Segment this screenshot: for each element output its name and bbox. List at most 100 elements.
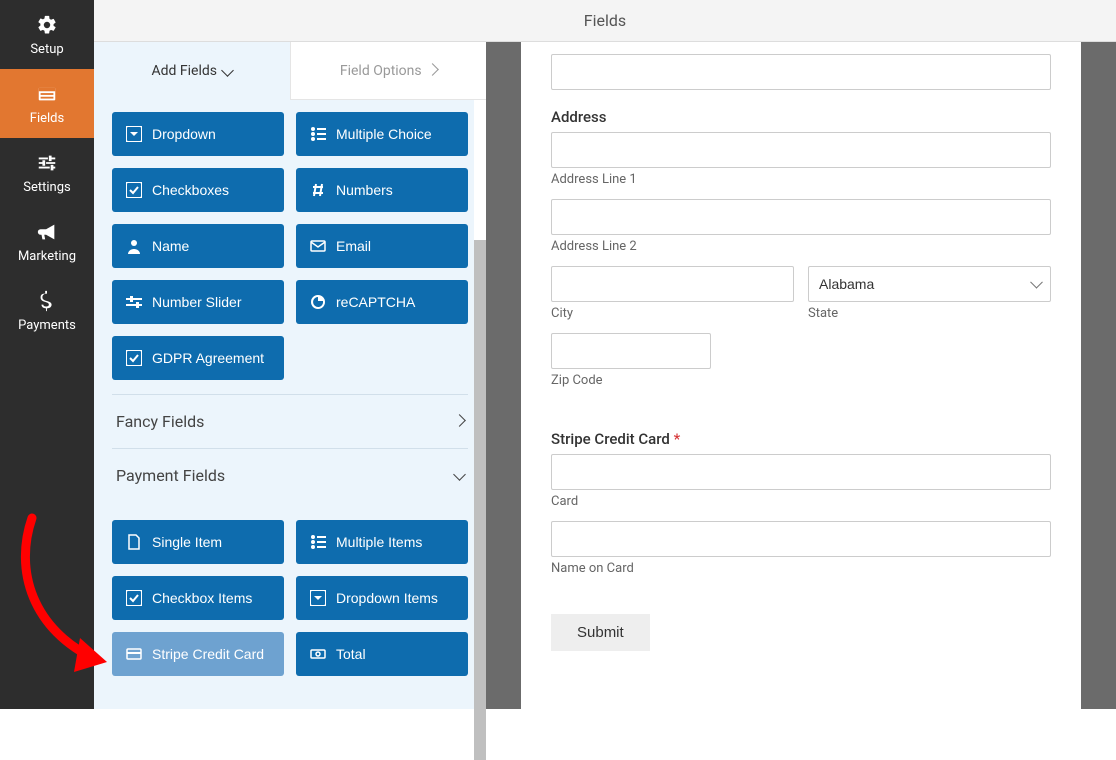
state-sublabel: State xyxy=(808,306,1051,321)
page-title: Fields xyxy=(584,11,626,30)
stripe-field: Stripe Credit Card * Card Name on Card xyxy=(551,430,1051,576)
sidebar-item-fields[interactable]: Fields xyxy=(0,69,94,138)
stripe-label: Stripe Credit Card * xyxy=(551,430,1051,448)
field-single-item[interactable]: Single Item xyxy=(112,520,284,564)
field-label: Stripe Credit Card xyxy=(152,646,264,662)
chevron-down-icon xyxy=(453,468,466,481)
list-ul-icon xyxy=(310,126,326,142)
field-multiple-items[interactable]: Multiple Items xyxy=(296,520,468,564)
file-icon xyxy=(126,534,142,550)
sliders-icon xyxy=(36,152,58,174)
field-label: GDPR Agreement xyxy=(152,350,264,366)
field-name[interactable]: Name xyxy=(112,224,284,268)
sidebar-label: Setup xyxy=(30,42,63,57)
check-square-icon xyxy=(126,350,142,366)
check-square-icon xyxy=(126,182,142,198)
field-recaptcha[interactable]: reCAPTCHA xyxy=(296,280,468,324)
gear-icon xyxy=(36,14,58,36)
tab-label: Field Options xyxy=(340,63,422,79)
card-input[interactable] xyxy=(551,454,1051,490)
sidebar: Setup Fields Settings Marketing Payments xyxy=(0,0,94,709)
field-label: Checkboxes xyxy=(152,182,229,198)
field-label: Multiple Choice xyxy=(336,126,432,142)
envelope-icon xyxy=(310,238,326,254)
field-label: Total xyxy=(336,646,366,662)
caret-square-icon xyxy=(126,126,142,142)
sidebar-label: Settings xyxy=(23,180,70,195)
fields-panel: Add Fields Field Options Dropdown Multip… xyxy=(94,42,486,709)
section-fancy-fields[interactable]: Fancy Fields xyxy=(112,394,468,448)
field-label: Dropdown xyxy=(152,126,216,142)
field-label: Multiple Items xyxy=(336,534,422,550)
chevron-down-icon xyxy=(221,64,234,77)
field-multiple-choice[interactable]: Multiple Choice xyxy=(296,112,468,156)
field-total[interactable]: Total xyxy=(296,632,468,676)
dollar-icon xyxy=(36,290,58,312)
name-on-card-sublabel: Name on Card xyxy=(551,561,1051,576)
list-ul-icon xyxy=(310,534,326,550)
address-line1-sublabel: Address Line 1 xyxy=(551,172,1051,187)
card-sublabel: Card xyxy=(551,494,1051,509)
panel-tabs: Add Fields Field Options xyxy=(94,42,486,100)
scrollbar-track[interactable] xyxy=(474,100,486,709)
caret-square-icon xyxy=(310,590,326,606)
google-icon xyxy=(310,294,326,310)
bullhorn-icon xyxy=(36,221,58,243)
address-label: Address xyxy=(551,108,1051,126)
sidebar-label: Payments xyxy=(18,318,76,333)
sidebar-item-setup[interactable]: Setup xyxy=(0,0,94,69)
form-preview: Address Address Line 1 Address Line 2 Ci… xyxy=(521,42,1081,709)
zip-sublabel: Zip Code xyxy=(551,373,711,388)
address-line1-input[interactable] xyxy=(551,132,1051,168)
top-bar: Fields xyxy=(94,0,1116,42)
chevron-right-icon xyxy=(426,63,439,76)
fields-icon xyxy=(36,83,58,105)
field-checkboxes[interactable]: Checkboxes xyxy=(112,168,284,212)
state-select[interactable]: Alabama xyxy=(808,266,1051,302)
submit-button[interactable]: Submit xyxy=(551,614,650,651)
address-field: Address Address Line 1 Address Line 2 Ci… xyxy=(551,108,1051,388)
field-dropdown[interactable]: Dropdown xyxy=(112,112,284,156)
field-number-slider[interactable]: Number Slider xyxy=(112,280,284,324)
field-label: Email xyxy=(336,238,371,254)
chevron-right-icon xyxy=(453,414,466,427)
field-checkbox-items[interactable]: Checkbox Items xyxy=(112,576,284,620)
sidebar-label: Marketing xyxy=(18,249,76,264)
sidebar-item-marketing[interactable]: Marketing xyxy=(0,207,94,276)
field-label: Numbers xyxy=(336,182,393,198)
field-label: Name xyxy=(152,238,189,254)
city-input[interactable] xyxy=(551,266,794,302)
user-icon xyxy=(126,238,142,254)
tab-field-options[interactable]: Field Options xyxy=(290,42,487,100)
field-numbers[interactable]: Numbers xyxy=(296,168,468,212)
section-label: Payment Fields xyxy=(116,466,225,485)
zip-input[interactable] xyxy=(551,333,711,369)
tab-add-fields[interactable]: Add Fields xyxy=(94,42,290,100)
field-label: Dropdown Items xyxy=(336,590,438,606)
sidebar-label: Fields xyxy=(30,111,64,126)
field-stripe-credit-card[interactable]: Stripe Credit Card xyxy=(112,632,284,676)
hash-icon xyxy=(310,182,326,198)
field-dropdown-items[interactable]: Dropdown Items xyxy=(296,576,468,620)
field-email[interactable]: Email xyxy=(296,224,468,268)
credit-card-icon xyxy=(126,646,142,662)
sidebar-item-payments[interactable]: Payments xyxy=(0,276,94,345)
sliders-h-icon xyxy=(126,294,142,310)
field-gdpr[interactable]: GDPR Agreement xyxy=(112,336,284,380)
required-asterisk: * xyxy=(670,430,680,448)
panel-body: Dropdown Multiple Choice Checkboxes Numb… xyxy=(94,100,486,709)
name-on-card-input[interactable] xyxy=(551,521,1051,557)
check-square-icon xyxy=(126,590,142,606)
city-sublabel: City xyxy=(551,306,794,321)
workspace: Add Fields Field Options Dropdown Multip… xyxy=(94,42,1116,709)
scrollbar-thumb[interactable] xyxy=(474,240,486,760)
tab-label: Add Fields xyxy=(152,63,218,79)
field-label: reCAPTCHA xyxy=(336,294,415,310)
address-line2-sublabel: Address Line 2 xyxy=(551,239,1051,254)
address-line2-input[interactable] xyxy=(551,199,1051,235)
section-payment-fields[interactable]: Payment Fields xyxy=(112,448,468,502)
text-input[interactable] xyxy=(551,54,1051,90)
money-icon xyxy=(310,646,326,662)
field-label: Checkbox Items xyxy=(152,590,252,606)
sidebar-item-settings[interactable]: Settings xyxy=(0,138,94,207)
